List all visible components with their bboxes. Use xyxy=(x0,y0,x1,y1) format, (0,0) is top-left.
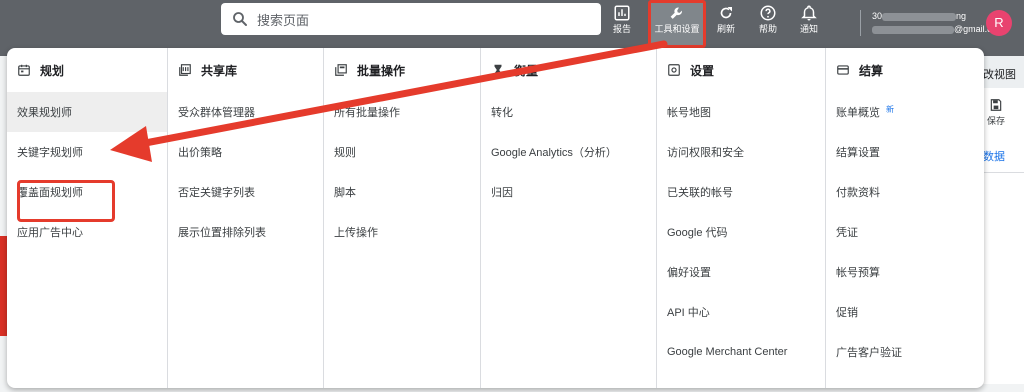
column-title: 衡量 xyxy=(514,63,539,78)
menu-item-account-map[interactable]: 帐号地图 xyxy=(657,92,825,132)
search-placeholder: 搜索页面 xyxy=(257,12,310,28)
menu-item-keyword-planner[interactable]: 关键字规划师 xyxy=(7,132,167,172)
save-label: 保存 xyxy=(987,116,1006,126)
column-header-billing: 结算 xyxy=(826,48,984,92)
account-info[interactable]: 30 ng @gmail.com xyxy=(872,10,1004,36)
save-button[interactable]: 保存 xyxy=(987,98,1005,127)
column-bulk-actions: 批量操作 所有批量操作 规则 脚本 上传操作 xyxy=(323,48,480,388)
menu-item-preferences[interactable]: 偏好设置 xyxy=(657,252,825,292)
column-title: 批量操作 xyxy=(357,63,406,78)
calendar-icon xyxy=(18,64,30,76)
column-setup: 设置 帐号地图 访问权限和安全 已关联的帐号 Google 代码 偏好设置 AP… xyxy=(656,48,825,388)
menu-item-account-budgets[interactable]: 帐号预算 xyxy=(826,252,984,292)
save-icon xyxy=(990,99,1002,111)
column-header-measurement: 衡量 xyxy=(481,48,656,92)
column-header-bulk-actions: 批量操作 xyxy=(324,48,480,92)
help-label: 帮助 xyxy=(758,24,777,34)
search-icon xyxy=(233,12,247,26)
menu-item-conversions[interactable]: 转化 xyxy=(481,92,656,132)
email-redacted xyxy=(872,25,954,34)
divider xyxy=(860,10,861,36)
menu-item-merchant-center[interactable]: Google Merchant Center xyxy=(657,332,825,372)
bell-icon xyxy=(801,5,817,21)
account-id-start: 30 xyxy=(872,11,883,21)
top-bar: 搜索页面 报告 工具和设置 刷新 帮助 通知 30 ng @gmail.com R xyxy=(0,0,1024,48)
column-header-planning: 规划 xyxy=(7,48,167,92)
menu-item-scripts[interactable]: 脚本 xyxy=(324,172,480,212)
column-header-setup: 设置 xyxy=(657,48,825,92)
menu-item-label: 账单概览 xyxy=(836,107,880,119)
column-billing: 结算 账单概览 新 结算设置 付款资料 凭证 帐号预算 促销 广告客户验证 xyxy=(825,48,984,388)
menu-item-billing-settings[interactable]: 结算设置 xyxy=(826,132,984,172)
menu-item-performance-planner[interactable]: 效果规划师 xyxy=(7,92,167,132)
menu-item-google-analytics[interactable]: Google Analytics（分析） xyxy=(481,132,656,172)
settings-icon xyxy=(668,64,680,76)
tools-menu-panel: 规划 效果规划师 关键字规划师 覆盖面规划师 应用广告中心 共享库 受众群体管理… xyxy=(7,48,984,388)
tools-settings-button[interactable]: 工具和设置 xyxy=(648,0,706,48)
menu-item-promotions[interactable]: 促销 xyxy=(826,292,984,332)
data-link[interactable]: 数据 xyxy=(983,148,1005,164)
report-label: 报告 xyxy=(612,24,631,34)
avatar[interactable]: R xyxy=(986,10,1012,36)
help-button[interactable]: 帮助 xyxy=(748,4,788,35)
tools-label: 工具和设置 xyxy=(654,24,700,34)
notify-label: 通知 xyxy=(799,24,818,34)
report-button[interactable]: 报告 xyxy=(602,4,642,35)
menu-item-api-center[interactable]: API 中心 xyxy=(657,292,825,332)
new-badge: 新 xyxy=(886,104,894,114)
column-measurement: 衡量 转化 Google Analytics（分析） 归因 xyxy=(480,48,656,388)
column-title: 共享库 xyxy=(201,63,238,78)
menu-item-attribution[interactable]: 归因 xyxy=(481,172,656,212)
refresh-icon xyxy=(720,7,732,19)
menu-item-google-tag[interactable]: Google 代码 xyxy=(657,212,825,252)
menu-item-advertiser-verification[interactable]: 广告客户验证 xyxy=(826,332,984,372)
menu-item-audience-manager[interactable]: 受众群体管理器 xyxy=(168,92,323,132)
card-icon xyxy=(837,65,849,75)
refresh-button[interactable]: 刷新 xyxy=(706,4,746,35)
menu-item-all-bulk-actions[interactable]: 所有批量操作 xyxy=(324,92,480,132)
menu-item-documents[interactable]: 凭证 xyxy=(826,212,984,252)
menu-item-billing-overview[interactable]: 账单概览 新 xyxy=(826,92,984,132)
column-title: 结算 xyxy=(859,63,884,78)
hourglass-icon xyxy=(494,64,502,76)
search-box[interactable]: 搜索页面 xyxy=(221,3,601,35)
library-icon xyxy=(179,64,191,76)
refresh-label: 刷新 xyxy=(716,24,735,34)
menu-item-linked-accounts[interactable]: 已关联的帐号 xyxy=(657,172,825,212)
column-header-shared-library: 共享库 xyxy=(168,48,323,92)
menu-item-bid-strategies[interactable]: 出价策略 xyxy=(168,132,323,172)
column-shared-library: 共享库 受众群体管理器 出价策略 否定关键字列表 展示位置排除列表 xyxy=(167,48,323,388)
column-title: 设置 xyxy=(690,63,715,78)
menu-item-payments-profile[interactable]: 付款资料 xyxy=(826,172,984,212)
report-icon xyxy=(614,5,630,21)
notifications-button[interactable]: 通知 xyxy=(789,4,829,35)
menu-item-uploads[interactable]: 上传操作 xyxy=(324,212,480,252)
account-redacted xyxy=(882,12,957,21)
keyword-planner-highlight xyxy=(17,180,115,222)
help-icon xyxy=(760,5,776,21)
account-id-end: ng xyxy=(956,11,967,21)
bulk-icon xyxy=(335,64,347,76)
menu-item-negative-keyword-lists[interactable]: 否定关键字列表 xyxy=(168,172,323,212)
wrench-icon xyxy=(670,7,682,19)
menu-item-placement-exclusion-lists[interactable]: 展示位置排除列表 xyxy=(168,212,323,252)
menu-item-access-and-security[interactable]: 访问权限和安全 xyxy=(657,132,825,172)
menu-item-rules[interactable]: 规则 xyxy=(324,132,480,172)
column-title: 规划 xyxy=(40,63,65,78)
